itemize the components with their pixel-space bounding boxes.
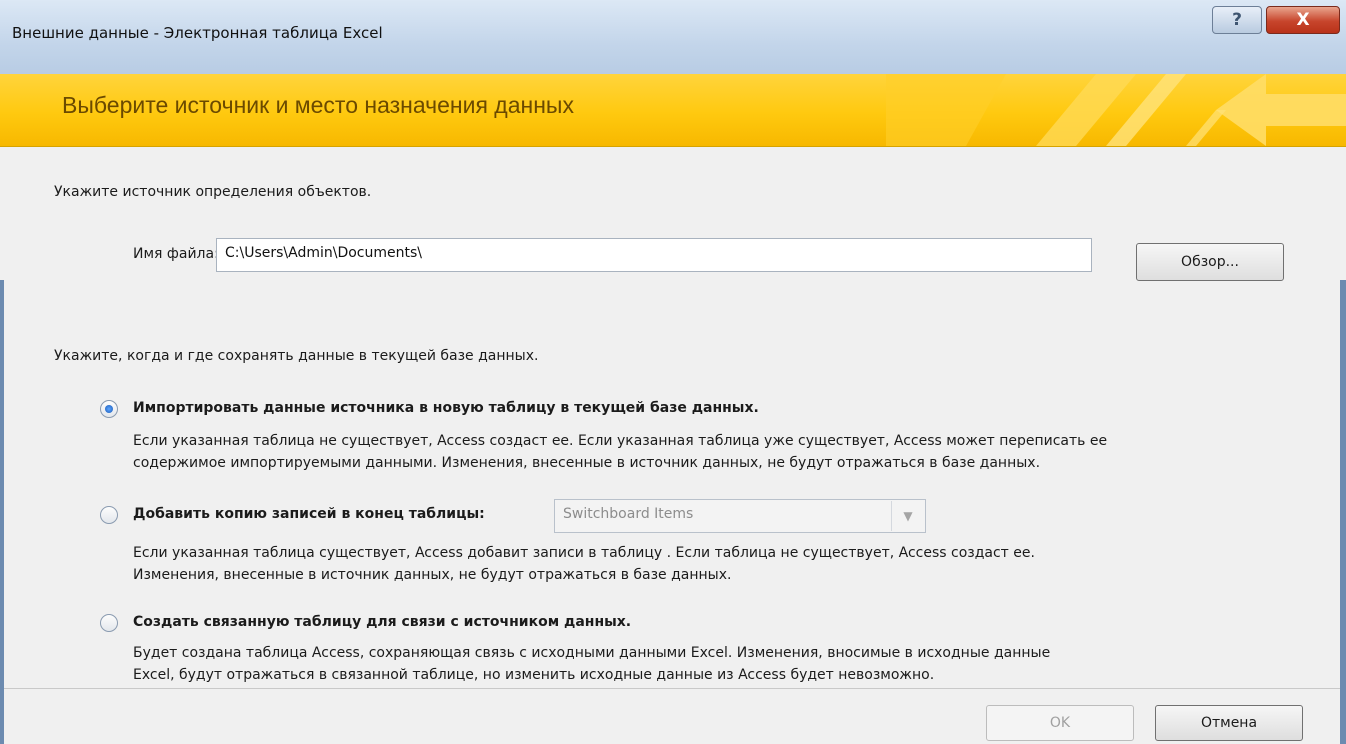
import-option-desc-1: Если указанная таблица не существует, Ac… xyxy=(133,433,1108,449)
header-banner: Выберите источник и место назначения дан… xyxy=(0,74,1346,147)
ok-button[interactable]: OK xyxy=(986,705,1134,741)
window-edge-left xyxy=(0,280,4,744)
link-option-desc-2: Excel, будут отражаться в связанной табл… xyxy=(133,667,935,683)
footer-divider xyxy=(0,688,1346,689)
chevron-down-icon[interactable]: ▼ xyxy=(891,501,924,531)
link-option-label: Создать связанную таблицу для связи с ис… xyxy=(133,614,632,630)
link-radio[interactable] xyxy=(100,614,118,632)
page-heading: Выберите источник и место назначения дан… xyxy=(62,92,574,118)
link-option-desc-1: Будет создана таблица Access, сохраняюща… xyxy=(133,645,1051,661)
close-button[interactable]: X xyxy=(1266,6,1340,34)
help-button[interactable]: ? xyxy=(1212,6,1262,34)
window-edge-right xyxy=(1340,280,1346,744)
import-radio[interactable] xyxy=(100,400,118,418)
import-option-label: Импортировать данные источника в новую т… xyxy=(133,400,759,416)
ok-button-label: OK xyxy=(1049,715,1071,731)
banner-arrow-graphic xyxy=(886,74,1346,146)
source-instruction: Укажите источник определения объектов. xyxy=(54,184,372,200)
close-icon: X xyxy=(1296,10,1310,30)
filename-label: Имя файла: xyxy=(133,246,219,262)
browse-button-label: Обзор... xyxy=(1181,254,1239,270)
help-icon: ? xyxy=(1232,10,1242,30)
import-option-desc-2: содержимое импортируемыми данными. Измен… xyxy=(133,455,1041,471)
append-table-select[interactable]: Switchboard Items ▼ xyxy=(554,499,926,533)
window-title: Внешние данные - Электронная таблица Exc… xyxy=(12,24,383,42)
append-table-value: Switchboard Items xyxy=(563,506,694,522)
title-bar: Внешние данные - Электронная таблица Exc… xyxy=(0,0,1346,75)
filename-input[interactable]: C:\Users\Admin\Documents\ xyxy=(216,238,1092,272)
cancel-button-label: Отмена xyxy=(1200,715,1258,731)
browse-button[interactable]: Обзор... xyxy=(1136,243,1284,281)
append-radio[interactable] xyxy=(100,506,118,524)
append-option-desc-2: Изменения, внесенные в источник данных, … xyxy=(133,567,732,583)
storage-instruction: Укажите, когда и где сохранять данные в … xyxy=(54,348,539,364)
cancel-button[interactable]: Отмена xyxy=(1155,705,1303,741)
import-dialog: Внешние данные - Электронная таблица Exc… xyxy=(0,0,1346,744)
append-option-label: Добавить копию записей в конец таблицы: xyxy=(133,506,485,522)
append-option-desc-1: Если указанная таблица существует, Acces… xyxy=(133,545,1035,561)
